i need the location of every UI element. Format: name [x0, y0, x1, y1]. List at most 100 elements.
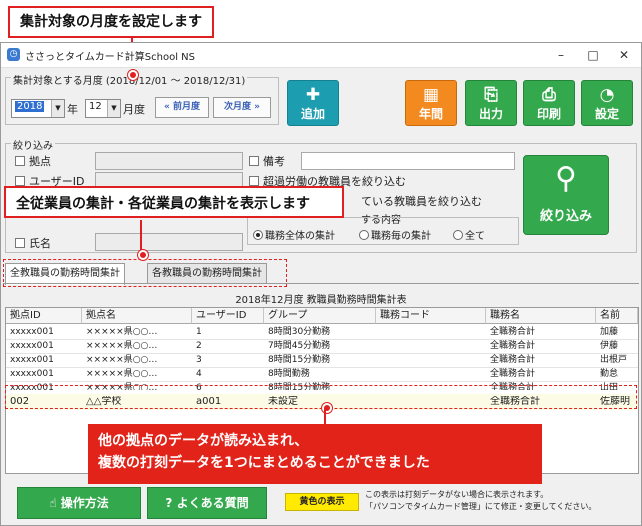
table-cell[interactable]: xxxxx001 — [6, 340, 82, 352]
next-month-button[interactable]: 次月度 » — [213, 97, 271, 118]
radio-dot — [453, 230, 463, 240]
table-cell[interactable]: ×××××県○○… — [82, 368, 192, 380]
month-unit: 月度 — [123, 103, 145, 116]
add-button[interactable]: ✚ 追加 — [287, 80, 339, 126]
note-label: 備考 — [263, 155, 285, 168]
maximize-button[interactable]: □ — [578, 45, 608, 65]
radio-each-job[interactable]: 職務毎の集計 — [359, 227, 431, 242]
chevron-down-icon: ▼ — [51, 100, 64, 117]
table-cell[interactable]: xxxxx001 — [6, 326, 82, 338]
note-field[interactable] — [301, 152, 515, 170]
table-cell[interactable]: ×××××県○○… — [82, 340, 192, 352]
table-cell[interactable]: 4 — [192, 368, 264, 380]
print-button-label: 印刷 — [536, 107, 561, 121]
name-field[interactable] — [95, 233, 243, 251]
column-header[interactable]: グループ — [264, 308, 376, 324]
column-header[interactable]: 名前 — [596, 308, 638, 324]
base-field[interactable] — [95, 152, 243, 170]
annual-button[interactable]: ▦ 年間 — [405, 80, 457, 126]
table-cell[interactable]: xxxxx001 — [6, 368, 82, 380]
tab-each-staff[interactable]: 各教職員の勤務時間集計 — [147, 263, 267, 284]
table-cell[interactable]: 8時間勤務 — [264, 368, 376, 380]
howto-label: 操作方法 — [60, 496, 109, 510]
title-bar: ◷ ささっとタイムカード計算School NS – □ ✕ — [1, 43, 641, 68]
callout-merge-line1: 他の拠点のデータが読み込まれ、 — [98, 433, 309, 449]
prev-month-button[interactable]: « 前月度 — [155, 97, 209, 118]
column-header[interactable]: 拠点ID — [6, 308, 82, 324]
table-cell[interactable]: 全職務合計 — [486, 368, 596, 380]
table-cell[interactable]: 出根戸 — [596, 354, 638, 366]
callout-merge-result: 他の拠点のデータが読み込まれ、 複数の打刻データを1つにまとめることができました — [88, 424, 542, 484]
callout-connector-middle — [140, 220, 142, 250]
output-button[interactable]: ⎘ 出力 — [465, 80, 517, 126]
minimize-button[interactable]: – — [546, 45, 576, 65]
close-button[interactable]: ✕ — [609, 45, 639, 65]
table-cell[interactable]: 7時間45分勤務 — [264, 340, 376, 352]
table-cell[interactable]: ×××××県○○… — [82, 354, 192, 366]
footer-note: この表示は打刻データがない場合に表示されます。 「パソコンでタイムカード管理」に… — [365, 489, 635, 513]
settings-button[interactable]: ◔ 設定 — [581, 80, 633, 126]
checkbox-box — [15, 176, 25, 186]
table-cell[interactable]: 加藤 — [596, 326, 638, 338]
tab-all-staff[interactable]: 全教職員の勤務時間集計 — [5, 263, 125, 285]
note-checkbox[interactable]: 備考 — [249, 153, 285, 169]
radio-total[interactable]: 全て — [453, 227, 485, 242]
footer-note-line2: 「パソコンでタイムカード管理」にて修正・変更してください。 — [365, 502, 597, 511]
question-bubble-icon: ? — [165, 496, 177, 510]
callout-tab-summary: 全従業員の集計・各従業員の集計を表示します — [4, 186, 344, 218]
table-cell[interactable]: 8時間30分勤務 — [264, 326, 376, 338]
radio-dot — [253, 230, 263, 240]
howto-button[interactable]: ☝ 操作方法 — [17, 487, 141, 519]
printer-icon: ⎙ — [542, 85, 556, 105]
calendar-icon: ▦ — [422, 85, 440, 105]
filter-button[interactable]: ⚲ 絞り込み — [523, 155, 609, 235]
yellow-legend-badge: 黄色の表示 — [285, 493, 359, 511]
radio-dot — [359, 230, 369, 240]
column-header[interactable]: ユーザーID — [192, 308, 264, 324]
name-checkbox[interactable]: 氏名 — [15, 235, 51, 251]
checkbox-box — [15, 156, 25, 166]
base-checkbox[interactable]: 拠点 — [15, 153, 51, 169]
chevron-down-icon: ▼ — [107, 100, 120, 117]
name-label: 氏名 — [29, 237, 51, 250]
callout-pin-month — [128, 70, 138, 80]
checkbox-box — [15, 238, 25, 248]
callout-merge-line2: 複数の打刻データを1つにまとめることができました — [98, 455, 430, 471]
radio-all-label: 職務全体の集計 — [265, 231, 335, 242]
settings-button-label: 設定 — [594, 107, 619, 121]
hand-pointer-icon: ☝ — [49, 496, 61, 510]
table-cell[interactable]: 全職務合計 — [486, 326, 596, 338]
add-button-label: 追加 — [300, 107, 325, 121]
footer-note-line1: この表示は打刻データがない場合に表示されます。 — [365, 490, 549, 499]
clock-icon: ◔ — [599, 85, 615, 105]
table-cell[interactable]: 全職務合計 — [486, 340, 596, 352]
partial-filter-label: ている教職員を絞り込む — [361, 195, 482, 208]
column-header[interactable]: 拠点名 — [82, 308, 192, 324]
callout-pin-tabs — [138, 250, 148, 260]
callout-month-setting: 集計対象の月度を設定します — [8, 6, 214, 38]
app-icon: ◷ — [7, 48, 20, 61]
month-select[interactable]: 12 ▼ — [85, 99, 121, 118]
faq-button[interactable]: ? よくある質問 — [147, 487, 267, 519]
checkbox-box — [249, 156, 259, 166]
column-header[interactable]: 職務名 — [486, 308, 596, 324]
radio-all-jobs[interactable]: 職務全体の集計 — [253, 227, 335, 242]
add-document-icon: ✚ — [305, 85, 321, 105]
print-button[interactable]: ⎙ 印刷 — [523, 80, 575, 126]
tab-underline — [3, 283, 639, 284]
table-cell[interactable]: 全職務合計 — [486, 354, 596, 366]
table-cell[interactable]: 3 — [192, 354, 264, 366]
table-cell[interactable]: ×××××県○○… — [82, 326, 192, 338]
new-row-highlight-box — [5, 385, 637, 409]
output-button-label: 出力 — [478, 107, 503, 121]
checkbox-box — [249, 176, 259, 186]
year-select[interactable]: 2018 ▼ — [11, 99, 65, 118]
column-header[interactable]: 職務コード — [376, 308, 486, 324]
table-cell[interactable]: 1 — [192, 326, 264, 338]
table-cell[interactable]: xxxxx001 — [6, 354, 82, 366]
table-cell[interactable]: 2 — [192, 340, 264, 352]
radio-total-label: 全て — [465, 231, 485, 242]
table-cell[interactable]: 8時間15分勤務 — [264, 354, 376, 366]
table-cell[interactable]: 伊藤 — [596, 340, 638, 352]
table-cell[interactable]: 勤怠 — [596, 368, 638, 380]
